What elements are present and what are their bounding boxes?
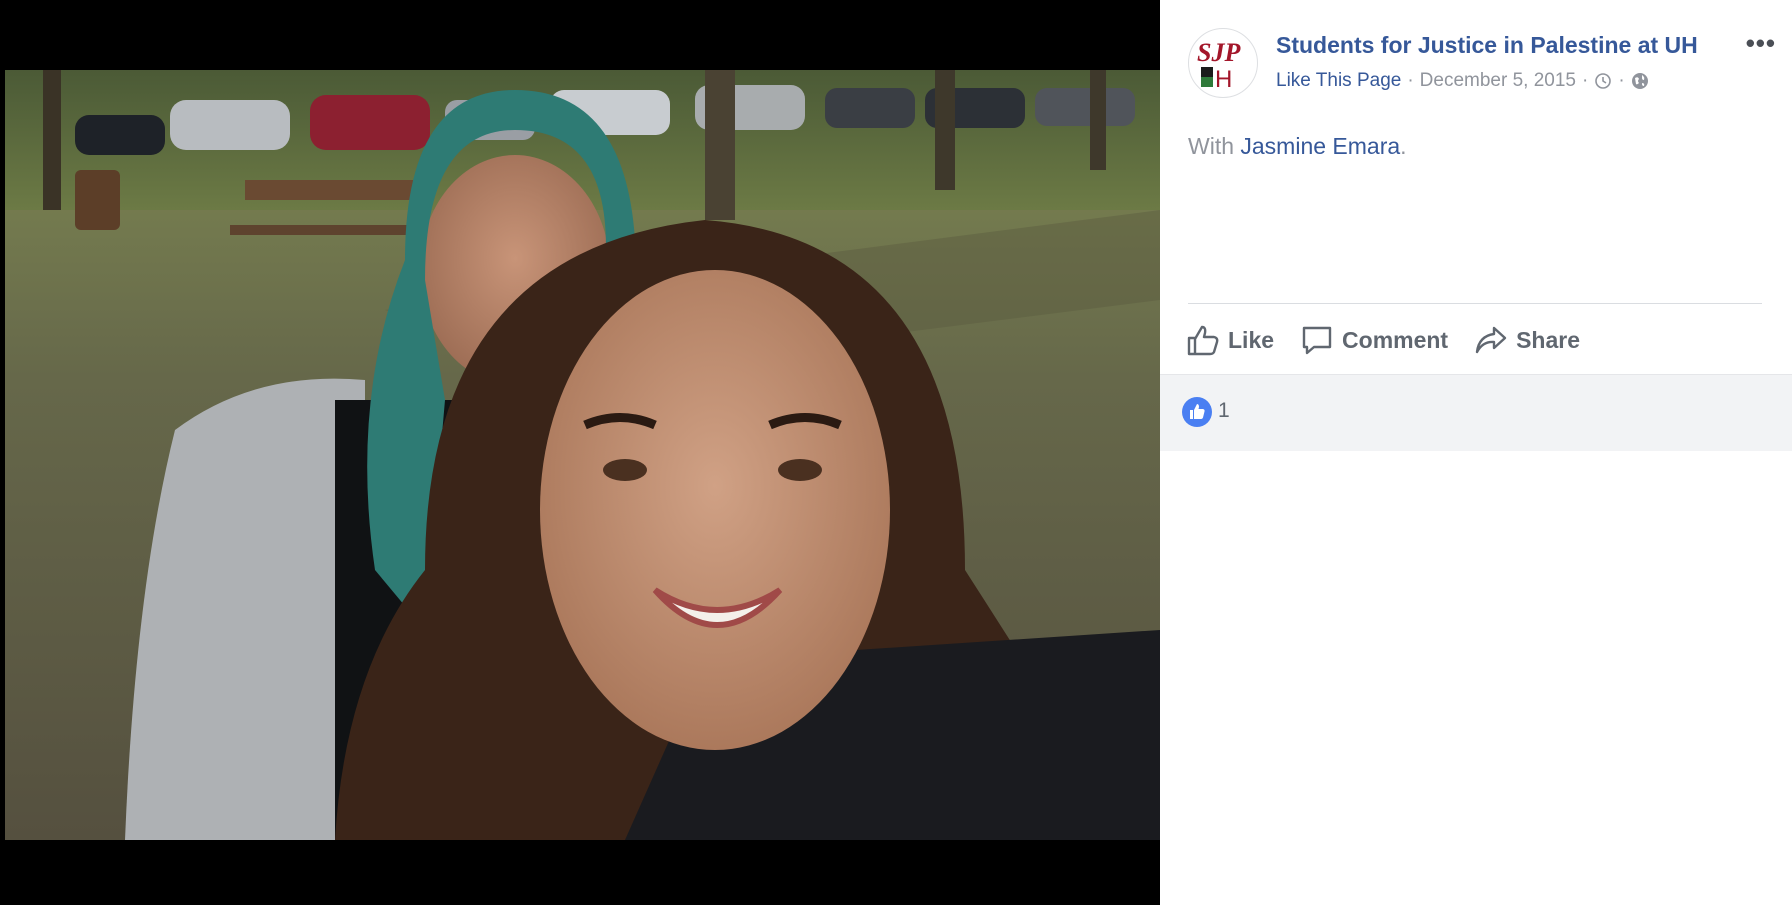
comment-icon [1302, 326, 1332, 355]
post-actions: Like Comment Share [1186, 320, 1606, 360]
page-name-link[interactable]: Students for Justice in Palestine at UH [1276, 32, 1698, 59]
tagged-person-link[interactable]: Jasmine Emara [1240, 133, 1400, 159]
meta-separator: · [1582, 70, 1589, 91]
photo-viewer [0, 0, 1160, 905]
share-icon [1475, 326, 1507, 354]
page-avatar[interactable]: SJP H [1188, 28, 1258, 98]
globe-icon[interactable] [1631, 72, 1649, 90]
meta-separator: · [1618, 70, 1625, 91]
like-button[interactable]: Like [1186, 323, 1274, 357]
svg-text:SJP: SJP [1197, 38, 1241, 67]
caption-suffix: . [1400, 133, 1407, 159]
reactions-bar: 1 [1160, 374, 1792, 451]
share-button-label: Share [1516, 326, 1581, 353]
actions-divider [1188, 303, 1762, 304]
more-options-icon[interactable]: ••• [1746, 28, 1776, 59]
clock-icon [1594, 72, 1612, 90]
caption-prefix: With [1188, 133, 1234, 159]
share-button[interactable]: Share [1474, 323, 1580, 357]
like-page-link[interactable]: Like This Page [1276, 70, 1401, 92]
post-sidebar: SJP H Students for Justice in Palestine … [1160, 0, 1792, 905]
sjp-uh-logo: SJP H [1197, 38, 1241, 93]
thumbs-up-icon [1187, 325, 1219, 356]
meta-separator: · [1407, 70, 1414, 91]
comment-button[interactable]: Comment [1300, 323, 1448, 357]
like-reaction-icon[interactable] [1182, 397, 1212, 427]
photo-image [5, 70, 1160, 840]
svg-text:H: H [1215, 66, 1232, 93]
post-caption: With Jasmine Emara. [1188, 133, 1407, 160]
post-header: SJP H Students for Justice in Palestine … [1188, 28, 1778, 100]
post-photo[interactable] [5, 70, 1160, 840]
post-meta: Like This Page · December 5, 2015 · · [1276, 70, 1649, 92]
like-button-label: Like [1228, 326, 1275, 353]
comment-button-label: Comment [1342, 326, 1449, 353]
post-date[interactable]: December 5, 2015 [1420, 70, 1576, 92]
reaction-count[interactable]: 1 [1218, 399, 1230, 423]
